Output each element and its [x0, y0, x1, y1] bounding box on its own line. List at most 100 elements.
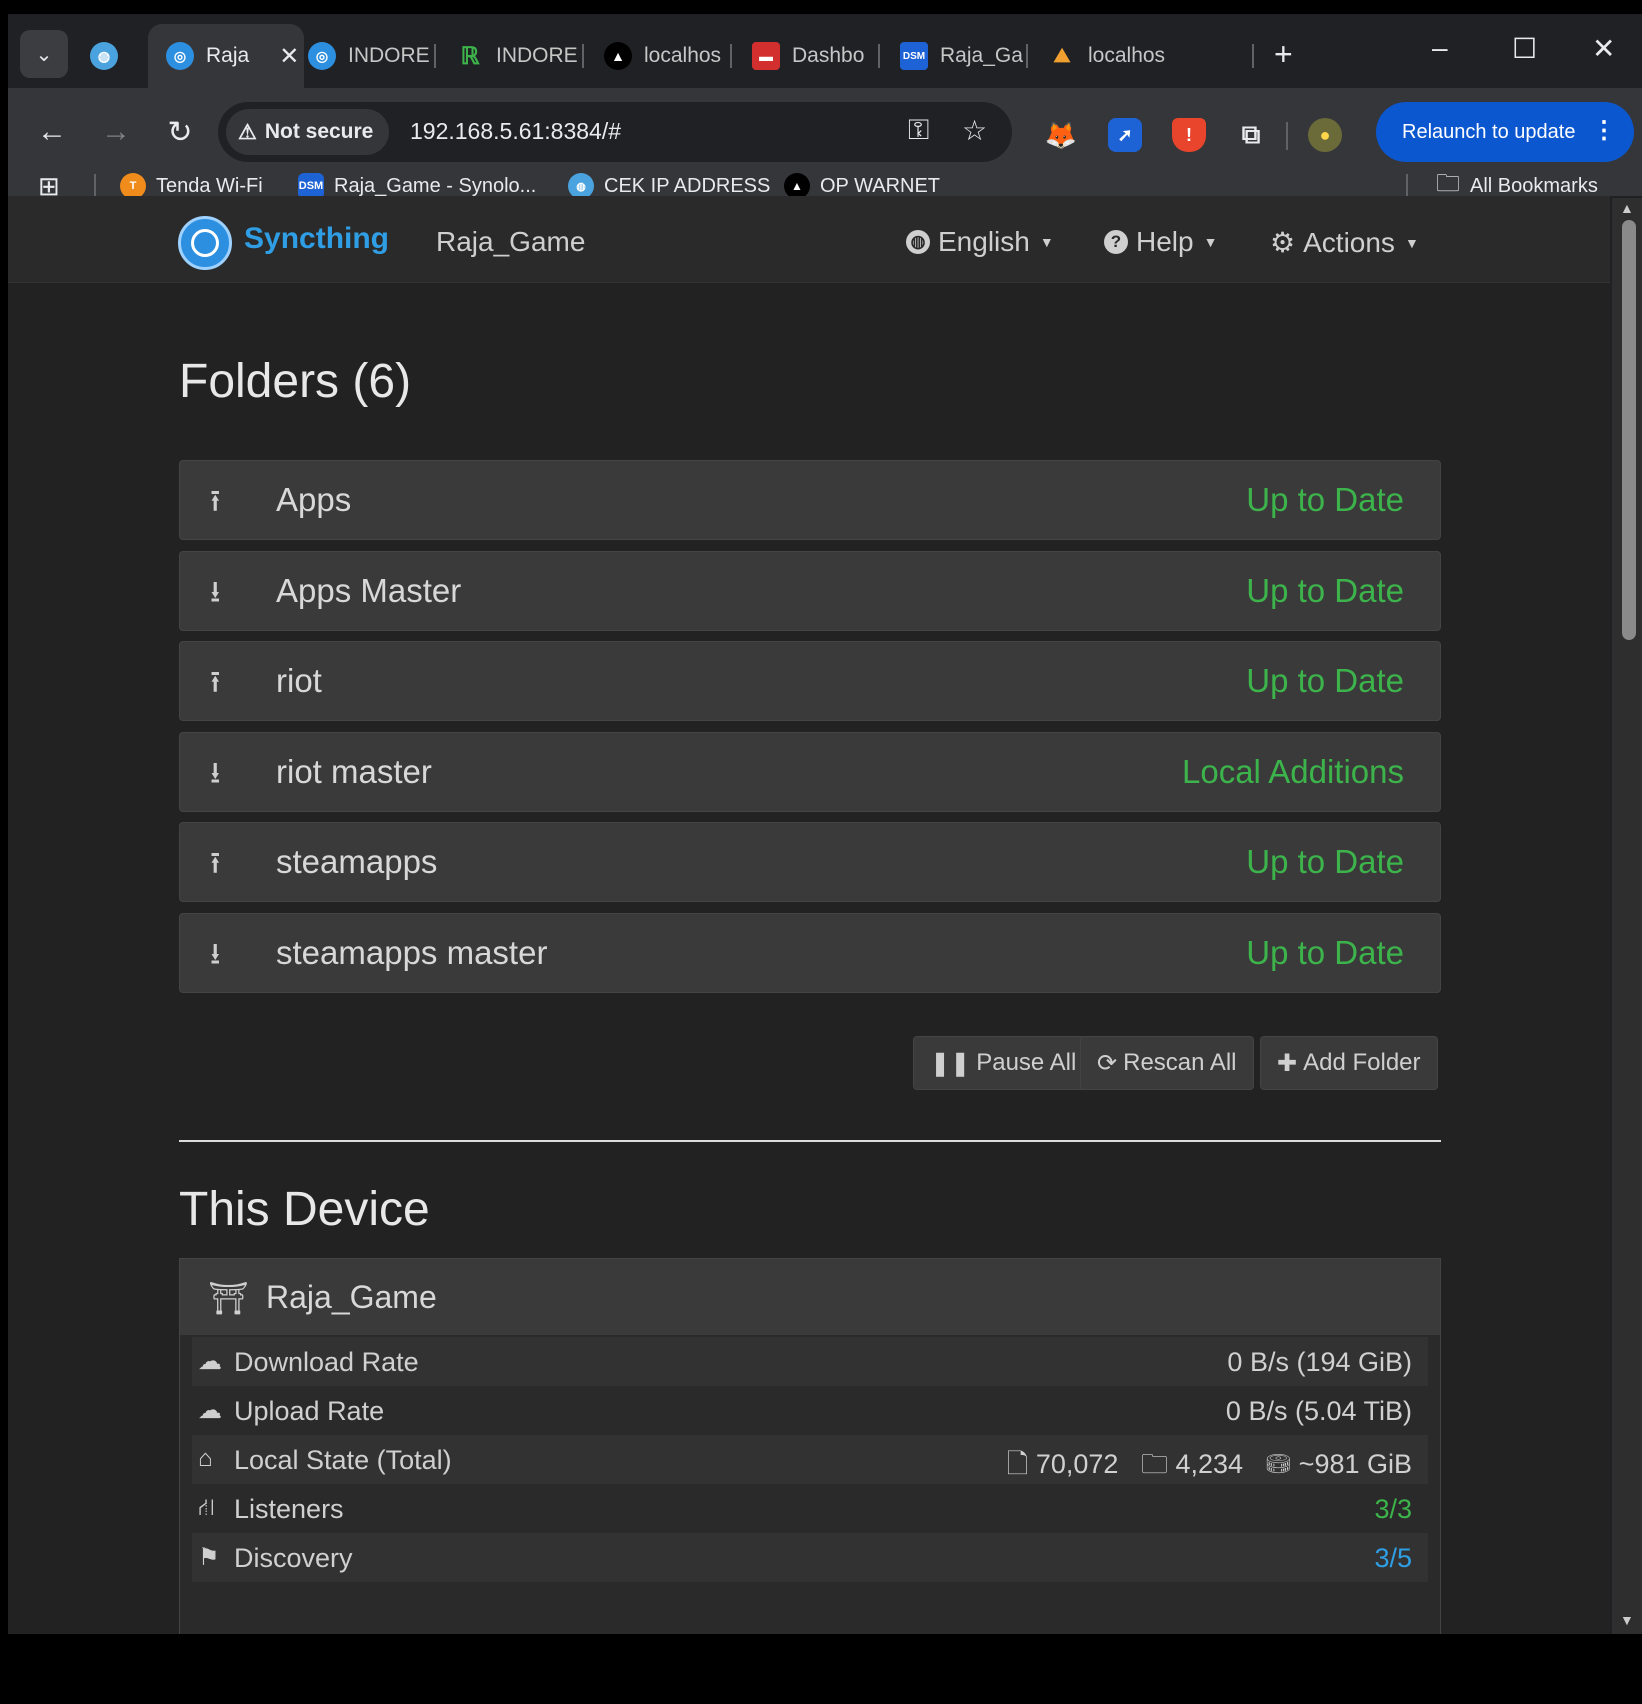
tab-divider	[434, 44, 436, 68]
tab-globe[interactable]: ◍	[72, 24, 150, 88]
folder-name: riot master	[276, 753, 432, 790]
forward-icon[interactable]: →	[92, 108, 140, 156]
security-label: Not secure	[264, 120, 374, 143]
tab-indore-syncthing[interactable]: ◎ INDORE	[290, 24, 448, 88]
tab-label: Dashbo	[792, 44, 865, 67]
refresh-icon: ⟳	[1097, 1049, 1118, 1077]
profile-avatar[interactable]: ●	[1308, 118, 1342, 152]
tab-dashboard[interactable]: ▬ Dashbo	[734, 24, 892, 88]
download-icon: ⭳	[210, 576, 221, 609]
minimize-icon[interactable]: –	[1432, 32, 1448, 64]
tab-label: localhos	[644, 44, 722, 67]
row-label: Download Rate	[234, 1347, 419, 1377]
rescan-all-label: Rescan All	[1123, 1049, 1237, 1076]
scroll-up-icon[interactable]: ▲	[1620, 200, 1634, 216]
syncthing-logo-icon[interactable]	[178, 216, 232, 270]
add-folder-button[interactable]: ✚ Add Folder	[1260, 1036, 1438, 1090]
bookmark-label: CEK IP ADDRESS	[604, 174, 771, 197]
extensions-puzzle-icon[interactable]: ⧉	[1234, 118, 1268, 152]
hdd-icon: ⛁	[1265, 1449, 1292, 1479]
back-icon[interactable]: ←	[28, 108, 76, 156]
warning-icon: ⚠	[238, 120, 257, 144]
toolbar-divider	[1286, 122, 1288, 150]
help-label: Help	[1136, 226, 1194, 257]
pause-all-button[interactable]: ❚❚ Pause All	[913, 1036, 1094, 1090]
close-window-icon[interactable]: ✕	[1592, 32, 1615, 65]
tab-divider	[1026, 44, 1028, 68]
browser-window: ⌄ ◍ ◎ Raja ✕ ◎ INDORE ℝ INDORE ▲ localho…	[8, 14, 1642, 1634]
folder-row-riot-master[interactable]: ⭳ riot master Local Additions	[179, 732, 1441, 812]
tab-search-button[interactable]: ⌄	[20, 30, 68, 78]
folder-row-apps[interactable]: ⭱ Apps Up to Date	[179, 460, 1441, 540]
tab-label: Raja_Ga	[940, 44, 1023, 67]
row-label: Listeners	[234, 1494, 344, 1524]
folder-name: steamapps	[276, 843, 438, 880]
row-value: 0 B/s (194 GiB)	[1227, 1347, 1412, 1377]
dir-count: 4,234	[1175, 1449, 1244, 1479]
upload-icon: ⭱	[210, 847, 221, 880]
rescan-all-button[interactable]: ⟳ Rescan All	[1080, 1036, 1254, 1090]
pause-all-label: Pause All	[976, 1049, 1077, 1076]
device-identicon-icon: ⛩	[208, 1280, 249, 1316]
file-icon: 🗋	[1006, 1449, 1029, 1479]
relaunch-button[interactable]: Relaunch to update ⋮	[1376, 102, 1634, 162]
folder-name: Apps	[276, 481, 352, 518]
upload-icon: ⭱	[210, 666, 221, 699]
tab-divider	[730, 44, 732, 68]
security-chip[interactable]: ⚠ Not secure	[226, 109, 390, 155]
r-logo-icon: ℝ	[460, 42, 480, 70]
add-folder-label: Add Folder	[1303, 1049, 1421, 1076]
cloud-upload-icon: ☁	[198, 1397, 222, 1424]
folder-status: Up to Date	[1246, 572, 1404, 609]
folder-row-riot[interactable]: ⭱ riot Up to Date	[179, 641, 1441, 721]
tab-raja-dsm[interactable]: DSM Raja_Ga	[882, 24, 1040, 88]
folders-heading: Folders (6)	[179, 355, 412, 408]
row-download-rate: ☁ Download Rate 0 B/s (194 GiB)	[192, 1337, 1428, 1386]
caret-down-icon: ▼	[1039, 234, 1054, 250]
url-text[interactable]: 192.168.5.61:8384/#	[410, 118, 621, 145]
file-count: 70,072	[1035, 1449, 1119, 1479]
row-value: 0 B/s (5.04 TiB)	[1225, 1396, 1412, 1426]
brave-shield-icon[interactable]: !	[1172, 118, 1206, 152]
device-panel-header[interactable]: ⛩ Raja_Game	[180, 1259, 1440, 1335]
pause-icon: ❚❚	[930, 1049, 971, 1077]
question-icon: ?	[1104, 230, 1128, 254]
tab-localhost-2[interactable]: ⛰ localhos	[1030, 24, 1188, 88]
reload-icon[interactable]: ↻	[156, 108, 204, 156]
folder-row-steamapps-master[interactable]: ⭳ steamapps master Up to Date	[179, 913, 1441, 993]
actions-menu[interactable]: ⚙ Actions ▼	[1270, 226, 1419, 259]
page-scrollbar[interactable]: ▲ ▼	[1612, 198, 1642, 1634]
row-label: Upload Rate	[234, 1396, 385, 1426]
cloud-download-icon: ☁	[198, 1348, 222, 1375]
dashboard-icon: ▬	[752, 42, 780, 70]
tab-syncthing-raja[interactable]: ◎ Raja ✕	[148, 24, 304, 88]
tab-divider	[1252, 44, 1254, 68]
scroll-down-icon[interactable]: ▼	[1620, 1612, 1634, 1628]
language-menu[interactable]: ◍ English ▼	[906, 226, 1054, 258]
listeners-value[interactable]: 3/3	[1374, 1494, 1412, 1525]
folder-status: Up to Date	[1246, 481, 1404, 518]
brand-name[interactable]: Syncthing	[244, 222, 389, 256]
help-menu[interactable]: ? Help ▼	[1104, 226, 1217, 258]
caret-down-icon: ▼	[1203, 234, 1218, 250]
scrollbar-thumb[interactable]	[1622, 220, 1636, 640]
tab-indore-r[interactable]: ℝ INDORE	[438, 24, 596, 88]
key-icon[interactable]: ⚿	[908, 114, 929, 147]
folder-row-steamapps[interactable]: ⭱ steamapps Up to Date	[179, 822, 1441, 902]
maximize-icon[interactable]: ☐	[1512, 32, 1537, 65]
address-bar[interactable]: ⚠ Not secure 192.168.5.61:8384/# ⚿ ☆	[218, 102, 1012, 162]
cursor-extension-icon[interactable]: ➚	[1108, 118, 1142, 152]
menu-dots-icon[interactable]: ⋮	[1592, 116, 1616, 145]
tab-localhost-1[interactable]: ▲ localhos	[586, 24, 744, 88]
bookmark-label: OP WARNET	[820, 174, 941, 197]
folder-status: Up to Date	[1246, 662, 1404, 699]
folder-status: Up to Date	[1246, 934, 1404, 971]
metamask-icon[interactable]: 🦊	[1044, 118, 1078, 152]
discovery-value[interactable]: 3/5	[1374, 1543, 1412, 1574]
folder-icon: 🗀	[1140, 1449, 1168, 1479]
folder-row-apps-master[interactable]: ⭳ Apps Master Up to Date	[179, 551, 1441, 631]
new-tab-button[interactable]: +	[1274, 38, 1293, 70]
syncthing-icon: ◎	[166, 42, 194, 70]
language-label: English	[938, 226, 1030, 257]
bookmark-star-icon[interactable]: ☆	[962, 114, 987, 147]
